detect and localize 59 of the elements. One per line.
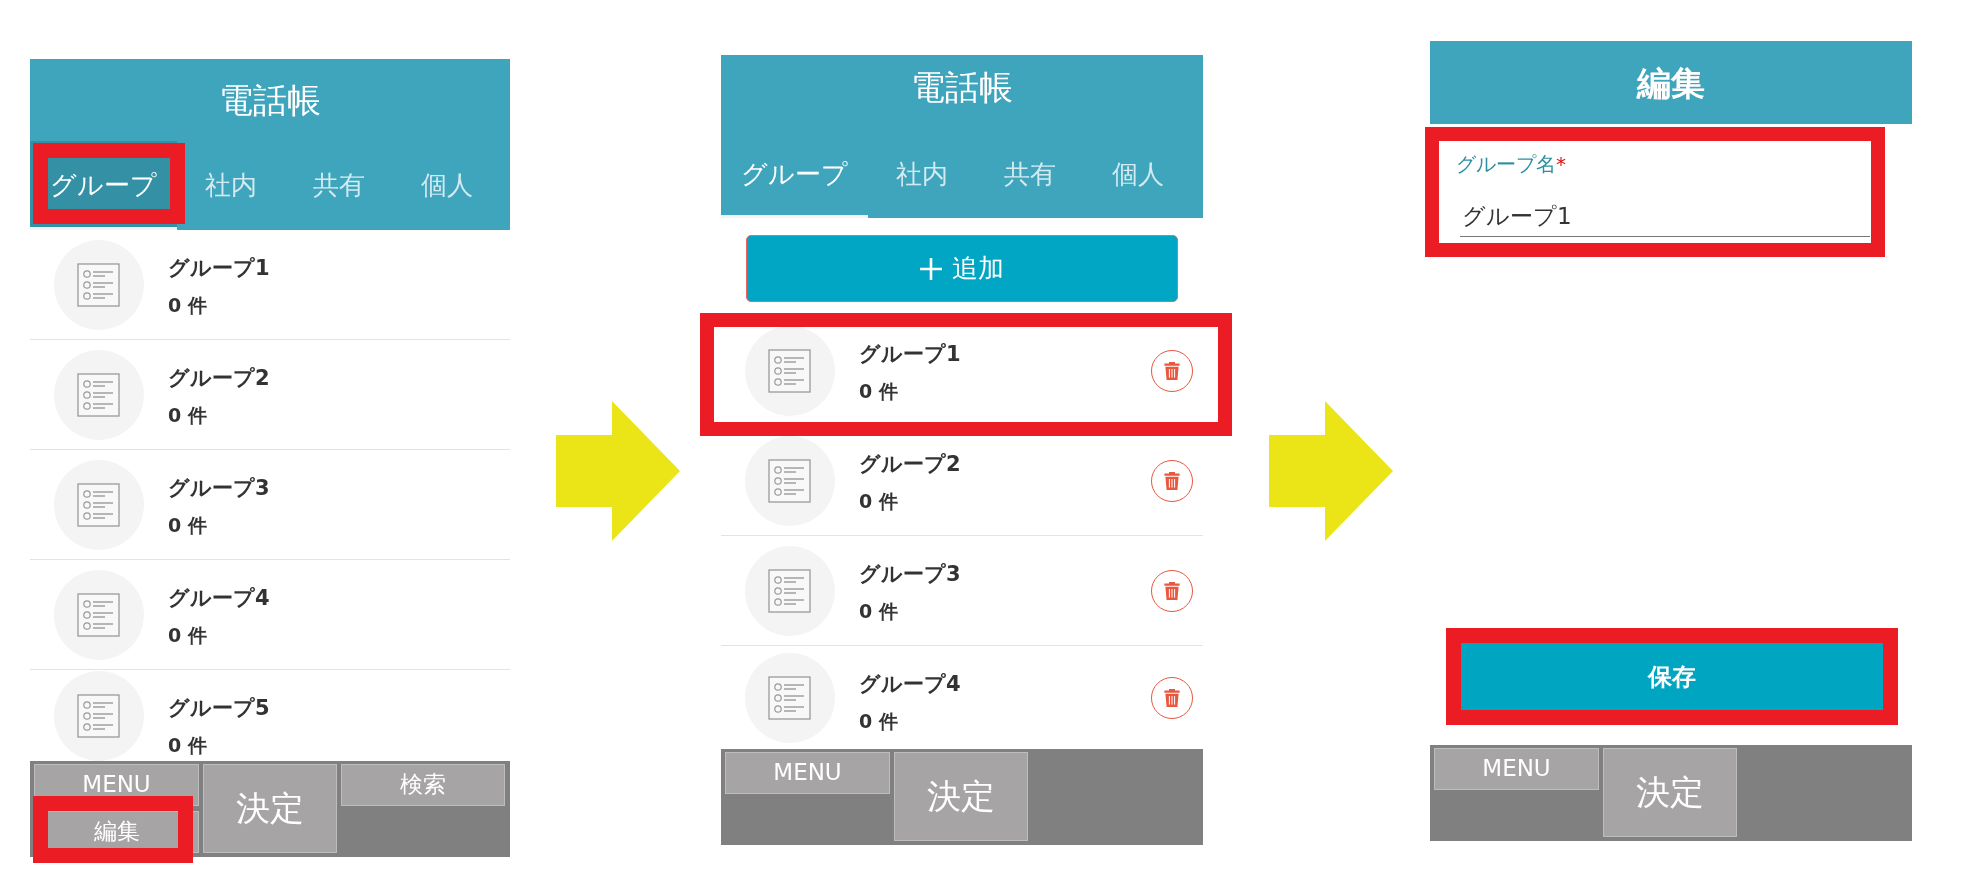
toolbar-button[interactable]: 検索 (341, 764, 505, 806)
list-icon (745, 652, 835, 743)
list-icon (54, 459, 144, 550)
item-count: 0 件 (168, 293, 207, 318)
group-name: グループ3 (168, 475, 270, 502)
group-name: グループ5 (168, 695, 270, 722)
list-icon (54, 349, 144, 440)
trash-icon (1164, 688, 1180, 707)
screen-title: 編集 (1637, 62, 1705, 103)
trash-icon (1164, 471, 1180, 490)
tab[interactable]: 共有 (285, 141, 393, 230)
group-name: グループ2 (168, 365, 270, 392)
item-count: 0 件 (168, 623, 207, 648)
item-count: 0 件 (859, 489, 898, 514)
right-arrow-icon (556, 401, 680, 541)
delete-button[interactable] (1151, 569, 1193, 612)
screen-title: 電話帳 (911, 66, 1013, 107)
group-name: グループ4 (168, 585, 270, 612)
toolbar-button[interactable]: MENU (725, 752, 890, 794)
toolbar-button[interactable]: 決定 (203, 764, 337, 853)
tab[interactable]: 個人 (1084, 130, 1192, 218)
list-icon (54, 670, 144, 761)
delete-button[interactable] (1151, 349, 1193, 392)
group-name: グループ1 (168, 255, 270, 282)
group-name: グループ4 (859, 671, 961, 698)
list-icon (745, 545, 835, 636)
toolbar-button[interactable]: 決定 (1603, 748, 1737, 837)
trash-icon (1164, 361, 1180, 380)
add-button[interactable]: 追加 (746, 235, 1178, 302)
item-count: 0 件 (859, 599, 898, 624)
toolbar-button[interactable]: MENU (1434, 748, 1599, 790)
item-count: 0 件 (859, 379, 898, 404)
tab[interactable]: 社内 (868, 130, 976, 218)
item-count: 0 件 (168, 733, 207, 758)
item-count: 0 件 (859, 709, 898, 734)
delete-button[interactable] (1151, 459, 1193, 502)
required-mark: * (1556, 152, 1566, 176)
input-field[interactable]: グループ1 (1460, 196, 1870, 237)
tab[interactable]: 個人 (393, 141, 501, 230)
plus-icon (920, 257, 942, 280)
group-name: グループ1 (859, 341, 961, 368)
list-icon (745, 325, 835, 416)
list-icon (54, 569, 144, 660)
item-count: 0 件 (168, 403, 207, 428)
tab[interactable]: グループ (721, 130, 868, 218)
group-name: グループ2 (859, 451, 961, 478)
list-icon (54, 239, 144, 330)
tab[interactable]: 共有 (976, 130, 1084, 218)
screen-title: 電話帳 (219, 80, 321, 120)
trash-icon (1164, 581, 1180, 600)
field-label: グループ名 (1456, 152, 1556, 176)
save-button[interactable]: 保存 (1461, 643, 1883, 710)
toolbar-button[interactable]: 決定 (894, 752, 1028, 841)
tab[interactable]: 社内 (177, 141, 285, 230)
delete-button[interactable] (1151, 676, 1193, 719)
right-arrow-icon (1269, 401, 1393, 541)
item-count: 0 件 (168, 513, 207, 538)
group-name: グループ3 (859, 561, 961, 588)
list-icon (745, 435, 835, 526)
